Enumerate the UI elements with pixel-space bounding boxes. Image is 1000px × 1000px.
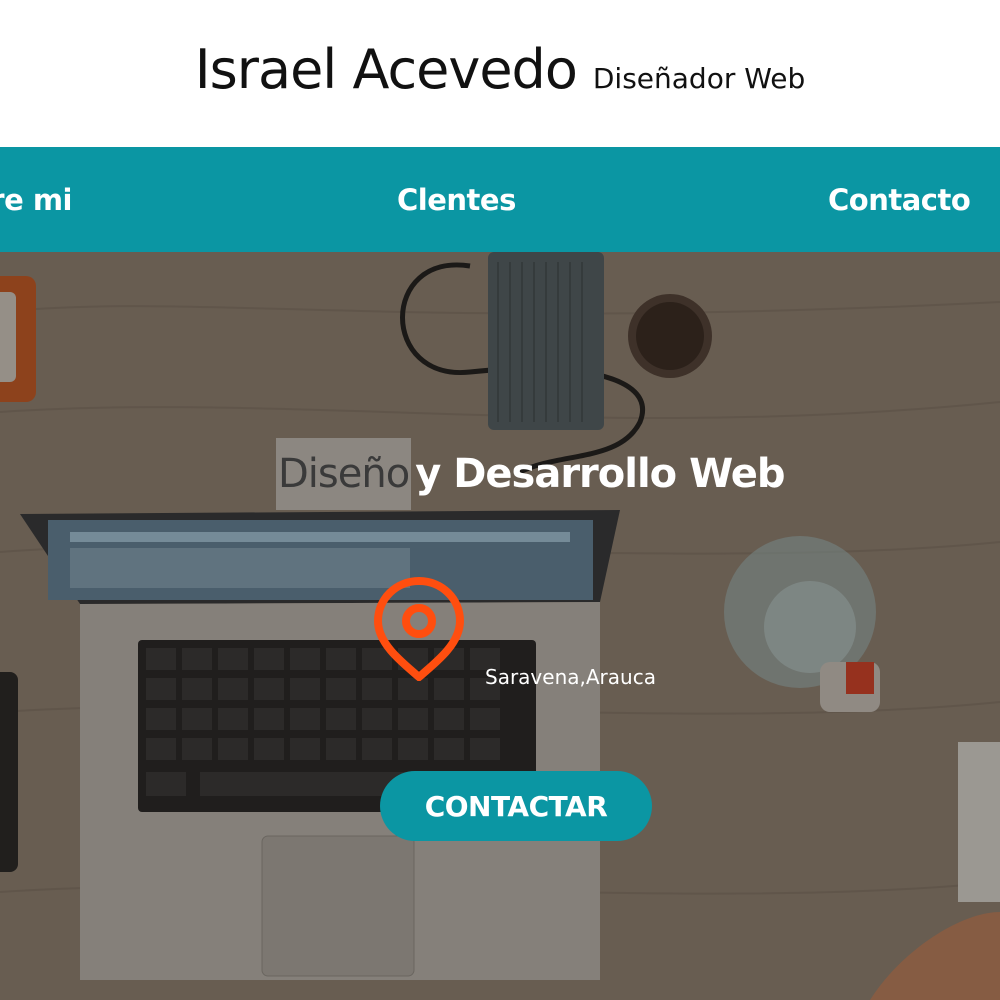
nav-item-contact[interactable]: Contacto xyxy=(828,147,971,252)
main-nav: Sobre mi Clentes Contacto xyxy=(0,147,1000,252)
nav-item-about[interactable]: Sobre mi xyxy=(0,147,72,252)
brand: Israel Acevedo Diseñador Web xyxy=(195,38,806,101)
map-pin-icon xyxy=(373,577,465,681)
hero-section: Diseño y Desarrollo Web Saravena,Arauca … xyxy=(0,252,1000,1000)
contact-button[interactable]: CONTACTAR xyxy=(380,771,652,841)
brand-name: Israel Acevedo xyxy=(194,38,578,101)
nav-item-clients[interactable]: Clentes xyxy=(397,147,516,252)
hero-title-highlight: Diseño xyxy=(276,438,412,510)
hero-overlay xyxy=(0,252,1000,1000)
location-text: Saravena,Arauca xyxy=(485,665,656,689)
brand-role: Diseñador Web xyxy=(592,62,806,95)
hero-title-rest: y Desarrollo Web xyxy=(415,451,785,497)
site-header: Israel Acevedo Diseñador Web xyxy=(0,0,1000,147)
hero-title: Diseño y Desarrollo Web xyxy=(276,438,786,510)
